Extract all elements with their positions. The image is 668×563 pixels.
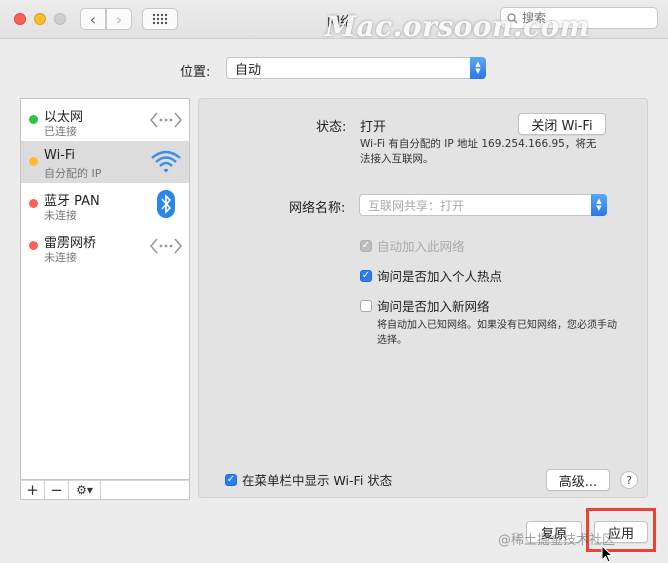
chevron-left-icon: ‹	[89, 9, 97, 29]
ask-new-network-label: 询问是否加入新网络	[377, 299, 490, 314]
status-label: 状态:	[316, 120, 347, 135]
network-name-popup[interactable]: 互联网共享：打开 ▲ ▼	[359, 194, 607, 216]
status-dot	[29, 115, 38, 124]
thunderbolt-bridge-icon	[149, 231, 183, 261]
checkmark-icon: ✓	[360, 239, 372, 252]
minimize-window-button[interactable]	[34, 13, 46, 25]
chevron-right-icon: ›	[115, 9, 123, 29]
zoom-window-button[interactable]	[54, 13, 66, 25]
ask-hotspot-label: 询问是否加入个人热点	[377, 269, 503, 284]
help-button[interactable]: ?	[620, 471, 638, 489]
location-label: 位置:	[180, 65, 211, 80]
network-name-label: 网络名称:	[289, 201, 346, 216]
service-item-ethernet[interactable]: 以太网 已连接	[21, 99, 189, 141]
checkbox-empty-icon	[360, 299, 372, 312]
show-all-button[interactable]	[142, 8, 178, 30]
location-value: 自动	[235, 62, 262, 78]
popup-stepper-icon: ▲ ▼	[591, 194, 607, 216]
ask-new-network-checkbox[interactable]: 询问是否加入新网络	[360, 296, 490, 315]
service-list: 以太网 已连接 Wi-Fi 自分配的 IP 蓝牙 PAN 未连接 雷雳网桥 未连…	[20, 98, 190, 480]
advanced-button[interactable]: 高级...	[546, 469, 610, 491]
ethernet-icon	[149, 105, 183, 135]
auto-join-checkbox: ✓ 自动加入此网络	[360, 236, 465, 255]
checkmark-icon: ✓	[225, 473, 237, 486]
show-wifi-in-menubar-checkbox[interactable]: ✓ 在菜单栏中显示 Wi-Fi 状态	[225, 470, 392, 489]
service-item-bluetooth-pan[interactable]: 蓝牙 PAN 未连接	[21, 183, 189, 225]
service-item-wifi[interactable]: Wi-Fi 自分配的 IP	[21, 141, 189, 183]
service-item-thunderbolt-bridge[interactable]: 雷雳网桥 未连接	[21, 225, 189, 267]
new-network-description: 将自动加入已知网络。如果没有已知网络，您必须手动选择。	[377, 320, 617, 346]
status-dot	[29, 157, 38, 166]
service-name: Wi-Fi	[44, 148, 76, 163]
service-status: 自分配的 IP	[44, 167, 102, 180]
service-list-toolbar: + − ⚙▾	[20, 480, 190, 500]
bluetooth-icon	[149, 189, 183, 219]
back-button[interactable]: ‹	[80, 8, 106, 30]
location-popup[interactable]: 自动 ▲ ▼	[226, 57, 486, 79]
grid-icon	[152, 13, 168, 25]
status-value: 打开	[360, 120, 387, 135]
service-status: 未连接	[44, 209, 77, 222]
credit-watermark: @稀土掘金技术社区	[498, 533, 616, 548]
status-description: Wi-Fi 有自分配的 IP 地址 169.254.166.95，将无法接入互联…	[360, 138, 597, 165]
service-status: 已连接	[44, 125, 77, 138]
add-service-button[interactable]: +	[21, 481, 45, 499]
popup-stepper-icon: ▲ ▼	[470, 57, 486, 79]
forward-button[interactable]: ›	[106, 8, 132, 30]
close-window-button[interactable]	[14, 13, 26, 25]
checkmark-icon: ✓	[360, 269, 372, 282]
mouse-cursor-icon	[601, 545, 613, 563]
watermark-logo: Mac.orsoon.com	[325, 10, 590, 43]
menubar-label: 在菜单栏中显示 Wi-Fi 状态	[242, 473, 393, 488]
remove-service-button[interactable]: −	[45, 481, 69, 499]
service-status: 未连接	[44, 251, 77, 264]
network-name-value: 互联网共享：打开	[368, 198, 465, 213]
ask-hotspot-checkbox[interactable]: ✓ 询问是否加入个人热点	[360, 266, 502, 285]
wifi-icon	[149, 147, 183, 177]
status-dot	[29, 241, 38, 250]
status-dot	[29, 199, 38, 208]
gear-menu-button[interactable]: ⚙▾	[69, 481, 101, 499]
auto-join-label: 自动加入此网络	[377, 239, 465, 254]
turn-off-wifi-button[interactable]: 关闭 Wi-Fi	[518, 113, 606, 135]
